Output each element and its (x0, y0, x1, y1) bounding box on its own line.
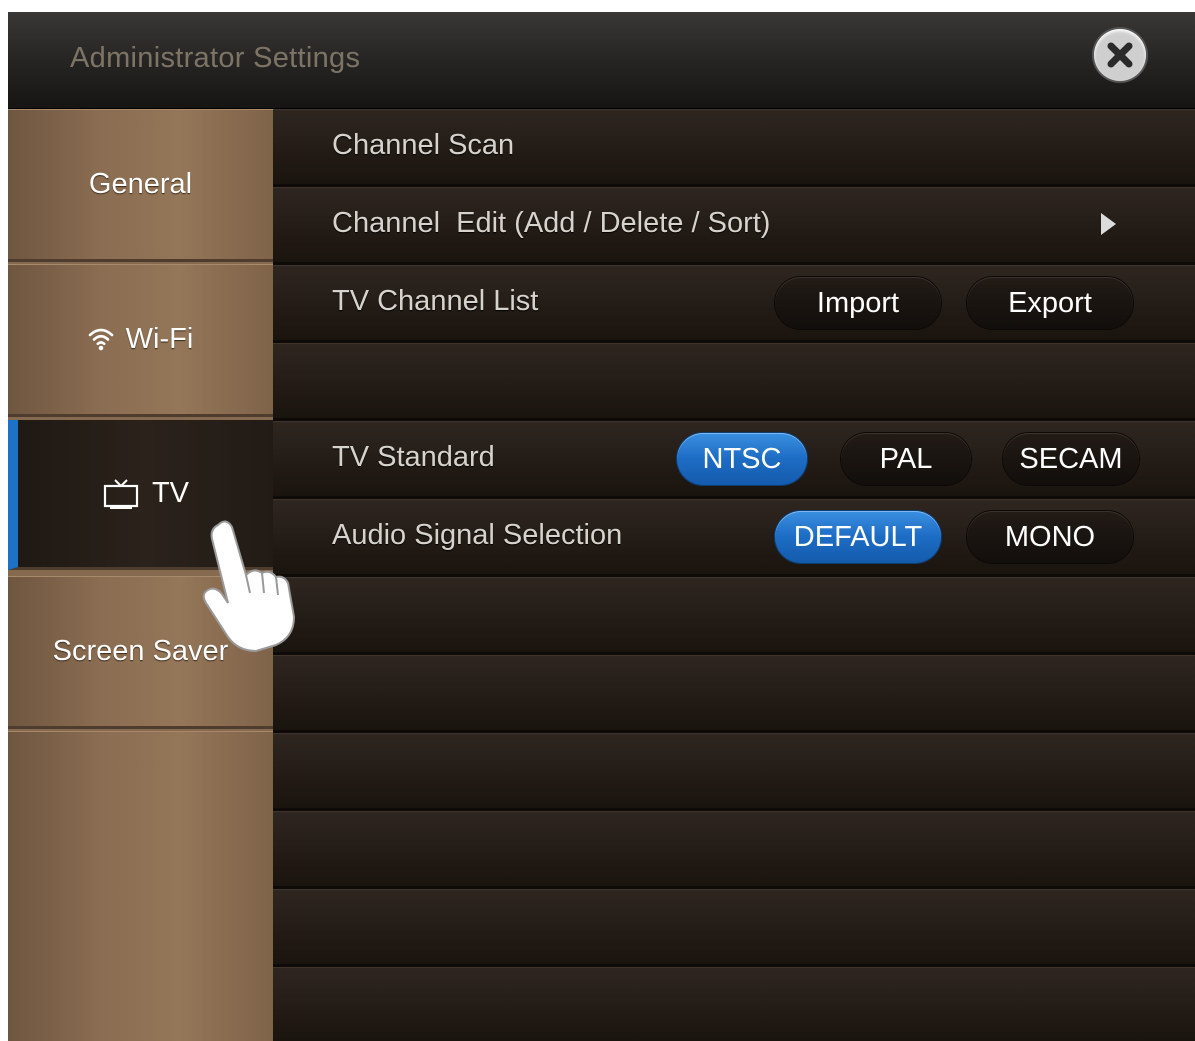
export-button-label: Export (1008, 286, 1092, 319)
window-title: Administrator Settings (70, 42, 361, 74)
pal-button[interactable]: PAL (841, 433, 971, 485)
empty-row (273, 655, 1195, 733)
default-label: DEFAULT (793, 520, 923, 553)
sidebar-item-label: TV (151, 477, 190, 509)
tv-channel-list-label: TV Channel List (332, 285, 539, 317)
tv-standard-row: TV Standard NTSC PAL SECAM (273, 421, 1195, 499)
ntsc-button[interactable]: NTSC (677, 433, 807, 485)
title-bar: Administrator Settings (8, 12, 1195, 109)
empty-row (273, 811, 1195, 889)
wifi-icon (88, 326, 114, 352)
audio-signal-label: Audio Signal Selection (332, 519, 623, 551)
default-button[interactable]: DEFAULT (775, 511, 941, 563)
sidebar-item-label: Screen Saver (52, 634, 229, 667)
sidebar-item-screen-saver[interactable]: Screen Saver (8, 576, 273, 729)
sidebar-item-tv[interactable]: TV (8, 420, 273, 570)
channel-scan-label: Channel Scan (332, 129, 515, 161)
empty-row (273, 889, 1195, 967)
close-icon (1107, 42, 1133, 68)
empty-row (273, 733, 1195, 811)
mono-button[interactable]: MONO (967, 511, 1133, 563)
sidebar-item-general[interactable]: General (8, 109, 273, 262)
import-button[interactable]: Import (775, 277, 941, 329)
audio-signal-row: Audio Signal Selection DEFAULT MONO (273, 499, 1195, 577)
sidebar-empty-area (8, 731, 273, 1041)
pal-label: PAL (879, 442, 933, 475)
chevron-right-icon[interactable] (1101, 213, 1116, 235)
sidebar-item-label: Wi-Fi (125, 322, 194, 355)
channel-edit-label: Channel Edit (Add / Delete / Sort) (332, 207, 771, 239)
empty-row (273, 577, 1195, 655)
export-button[interactable]: Export (967, 277, 1133, 329)
empty-row (273, 343, 1195, 421)
mono-label: MONO (1004, 520, 1096, 553)
settings-panel: Channel Scan Channel Edit (Add / Delete … (273, 109, 1195, 1041)
tv-channel-list-row: TV Channel List Import Export (273, 265, 1195, 343)
channel-scan-row[interactable]: Channel Scan (273, 109, 1195, 187)
ntsc-label: NTSC (702, 442, 782, 475)
empty-row (273, 967, 1195, 1041)
tv-standard-label: TV Standard (332, 441, 495, 473)
secam-label: SECAM (1019, 442, 1123, 475)
tv-icon (102, 478, 140, 510)
admin-settings-window: Administrator Settings General Wi-Fi TV … (8, 12, 1195, 1041)
secam-button[interactable]: SECAM (1003, 433, 1139, 485)
sidebar-item-label: General (88, 167, 193, 200)
close-button[interactable] (1094, 29, 1146, 81)
import-button-label: Import (816, 286, 900, 319)
channel-edit-row[interactable]: Channel Edit (Add / Delete / Sort) (273, 187, 1195, 265)
sidebar: General Wi-Fi TV Screen Saver (8, 109, 273, 1041)
sidebar-item-wifi[interactable]: Wi-Fi (8, 264, 273, 417)
